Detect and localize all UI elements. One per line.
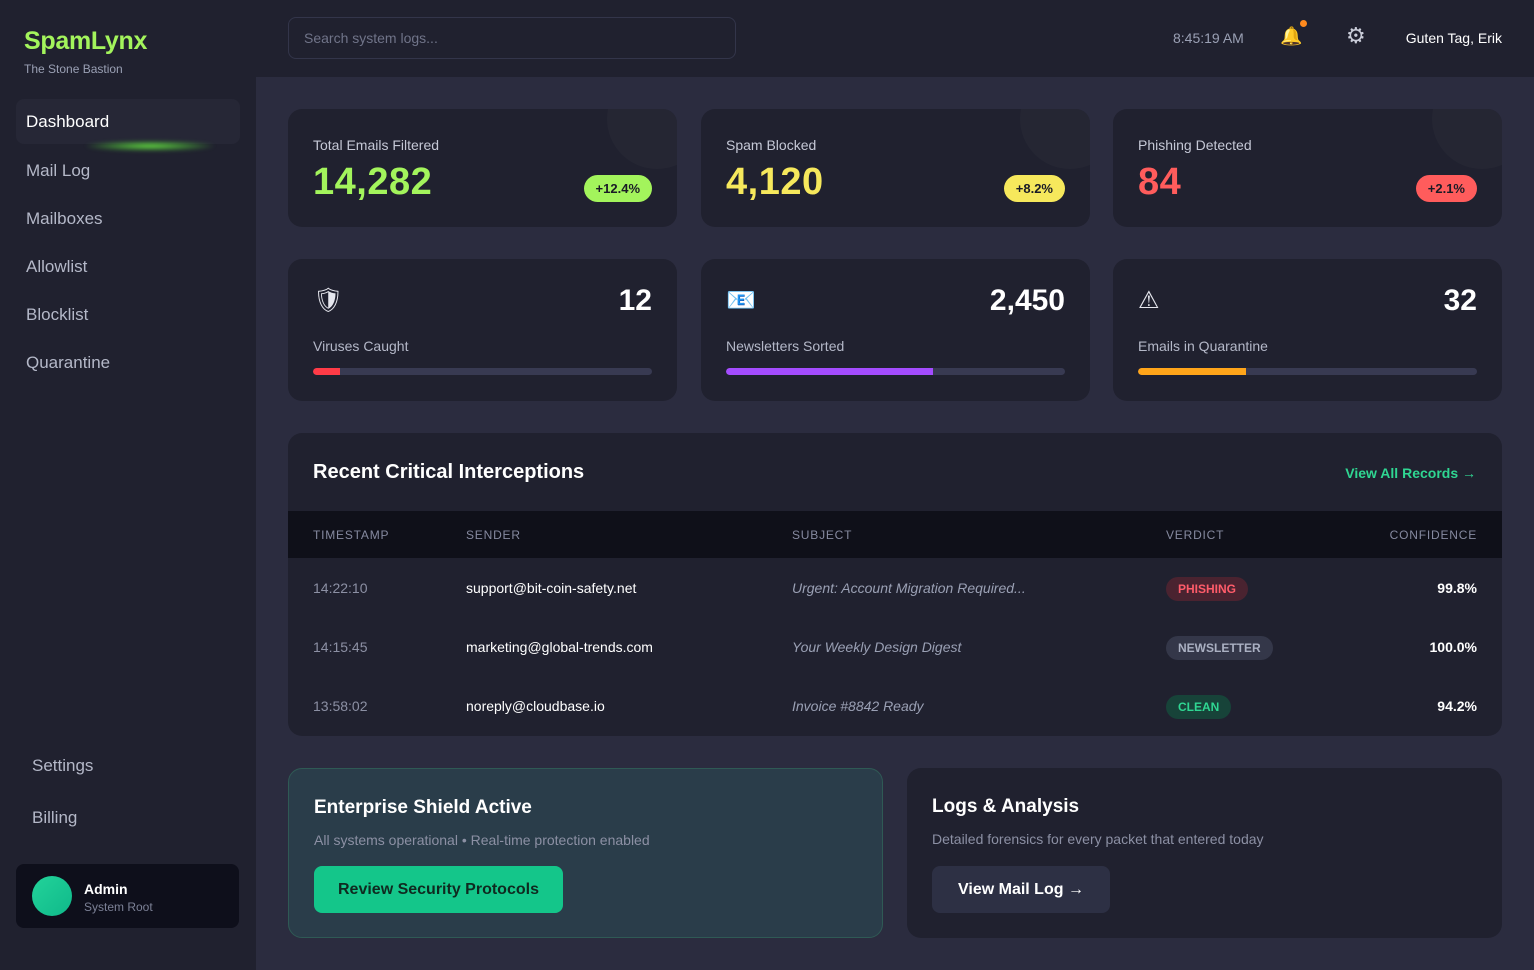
brand: SpamLynx The Stone Bastion xyxy=(24,27,147,76)
shield-description: All systems operational • Real-time prot… xyxy=(314,832,650,848)
nav-item-mailboxes[interactable]: Mailboxes xyxy=(16,195,240,243)
row-sender: marketing@global-trends.com xyxy=(466,639,653,655)
row-timestamp: 14:15:45 xyxy=(313,639,368,655)
progress-fill xyxy=(726,368,933,375)
progress-track xyxy=(1138,368,1477,375)
stat-label: Phishing Detected xyxy=(1138,137,1252,153)
logs-title: Logs & Analysis xyxy=(932,796,1080,817)
row-subject: Your Weekly Design Digest xyxy=(792,639,962,655)
progress-track xyxy=(313,368,652,375)
nav-item-dashboard[interactable]: Dashboard xyxy=(16,99,240,144)
topbar: 8:45:19 AM 🔔 ⚙ Guten Tag, Erik xyxy=(256,0,1534,77)
table-row[interactable]: 13:58:02 noreply@cloudbase.io Invoice #8… xyxy=(288,677,1502,736)
brand-subtitle: The Stone Bastion xyxy=(24,62,123,76)
row-confidence: 99.8% xyxy=(1437,580,1477,596)
envelope-icon: 📧 xyxy=(726,287,756,314)
mini-card-quarantine: ⚠ 32 Emails in Quarantine xyxy=(1113,259,1502,401)
nav-item-allowlist[interactable]: Allowlist xyxy=(16,243,240,291)
main-nav: Dashboard Mail Log Mailboxes Allowlist B… xyxy=(16,99,240,387)
row-timestamp: 14:22:10 xyxy=(313,580,368,596)
review-security-protocols-button[interactable]: Review Security Protocols xyxy=(314,866,563,913)
warning-icon: ⚠ xyxy=(1138,287,1160,314)
mini-card-newsletters: 📧 2,450 Newsletters Sorted xyxy=(701,259,1090,401)
stat-value: 4,120 xyxy=(726,161,824,203)
stat-card-total-emails: Total Emails Filtered 14,282 +12.4% xyxy=(288,109,677,227)
gear-icon[interactable]: ⚙ xyxy=(1346,25,1366,47)
mini-label: Viruses Caught xyxy=(313,338,409,354)
nav-item-blocklist[interactable]: Blocklist xyxy=(16,291,240,339)
user-name: Admin xyxy=(84,881,128,897)
verdict-badge: PHISHING xyxy=(1166,577,1249,601)
progress-track xyxy=(726,368,1065,375)
mini-value: 2,450 xyxy=(989,284,1065,317)
logs-description: Detailed forensics for every packet that… xyxy=(932,831,1264,847)
clock: 8:45:19 AM xyxy=(1173,30,1244,46)
verdict-badge: CLEAN xyxy=(1166,695,1232,719)
nav-item-billing[interactable]: Billing xyxy=(16,792,240,844)
column-header-confidence[interactable]: CONFIDENCE xyxy=(1390,528,1477,542)
row-confidence: 100.0% xyxy=(1429,639,1477,655)
column-header-sender[interactable]: SENDER xyxy=(466,528,521,542)
stat-value: 84 xyxy=(1138,161,1182,203)
interceptions-table-card: Recent Critical Interceptions View All R… xyxy=(288,433,1502,736)
row-subject: Invoice #8842 Ready xyxy=(792,698,924,714)
mini-label: Newsletters Sorted xyxy=(726,338,845,354)
brand-name: SpamLynx xyxy=(24,27,148,55)
table-row[interactable]: 14:22:10 support@bit-coin-safety.net Urg… xyxy=(288,559,1502,618)
card-decoration xyxy=(607,109,677,169)
row-sender: support@bit-coin-safety.net xyxy=(466,580,637,596)
mini-value: 32 xyxy=(1443,284,1477,317)
stat-badge: +8.2% xyxy=(1003,175,1065,202)
shield-title: Enterprise Shield Active xyxy=(314,797,532,818)
search-input[interactable] xyxy=(288,17,736,59)
stat-card-phishing: Phishing Detected 84 +2.1% xyxy=(1113,109,1502,227)
card-decoration xyxy=(1020,109,1090,169)
mini-value: 12 xyxy=(618,284,652,317)
verdict-badge: NEWSLETTER xyxy=(1166,636,1273,660)
bell-icon[interactable]: 🔔 xyxy=(1280,26,1302,47)
row-confidence: 94.2% xyxy=(1437,698,1477,714)
mini-card-viruses: 🛡 12 Viruses Caught xyxy=(288,259,677,401)
user-role: System Root xyxy=(84,900,153,914)
stat-badge: +2.1% xyxy=(1415,175,1477,202)
avatar xyxy=(32,876,72,916)
table-header: TIMESTAMP SENDER SUBJECT VERDICT CONFIDE… xyxy=(288,511,1502,558)
logs-analysis-card: Logs & Analysis Detailed forensics for e… xyxy=(907,768,1502,938)
notification-dot xyxy=(1300,20,1307,27)
mini-label: Emails in Quarantine xyxy=(1138,338,1268,354)
row-sender: noreply@cloudbase.io xyxy=(466,698,605,714)
card-decoration xyxy=(1432,109,1502,169)
stat-label: Total Emails Filtered xyxy=(313,137,440,153)
row-subject: Urgent: Account Migration Required... xyxy=(792,580,1026,596)
stat-card-spam-blocked: Spam Blocked 4,120 +8.2% xyxy=(701,109,1090,227)
progress-fill xyxy=(1138,368,1247,375)
secondary-nav: Settings Billing xyxy=(16,740,240,844)
view-all-records-link[interactable]: View All Records → xyxy=(1345,465,1476,481)
stat-badge: +12.4% xyxy=(583,175,652,202)
greeting: Guten Tag, Erik xyxy=(1405,30,1502,46)
column-header-timestamp[interactable]: TIMESTAMP xyxy=(313,528,389,542)
column-header-subject[interactable]: SUBJECT xyxy=(792,528,852,542)
table-row[interactable]: 14:15:45 marketing@global-trends.com You… xyxy=(288,618,1502,677)
nav-item-mail-log[interactable]: Mail Log xyxy=(16,147,240,195)
enterprise-shield-card: Enterprise Shield Active All systems ope… xyxy=(288,768,883,938)
progress-fill xyxy=(313,368,341,375)
sidebar: SpamLynx The Stone Bastion Dashboard Mai… xyxy=(0,0,256,970)
nav-item-settings[interactable]: Settings xyxy=(16,740,240,792)
column-header-verdict[interactable]: VERDICT xyxy=(1166,528,1224,542)
section-title: Recent Critical Interceptions xyxy=(313,461,585,483)
shield-icon: 🛡 xyxy=(313,287,344,314)
view-mail-log-button[interactable]: View Mail Log → xyxy=(932,866,1110,913)
stat-value: 14,282 xyxy=(313,161,433,203)
user-card[interactable]: Admin System Root xyxy=(16,864,239,928)
nav-item-quarantine[interactable]: Quarantine xyxy=(16,339,240,387)
stat-label: Spam Blocked xyxy=(726,137,817,153)
row-timestamp: 13:58:02 xyxy=(313,698,368,714)
